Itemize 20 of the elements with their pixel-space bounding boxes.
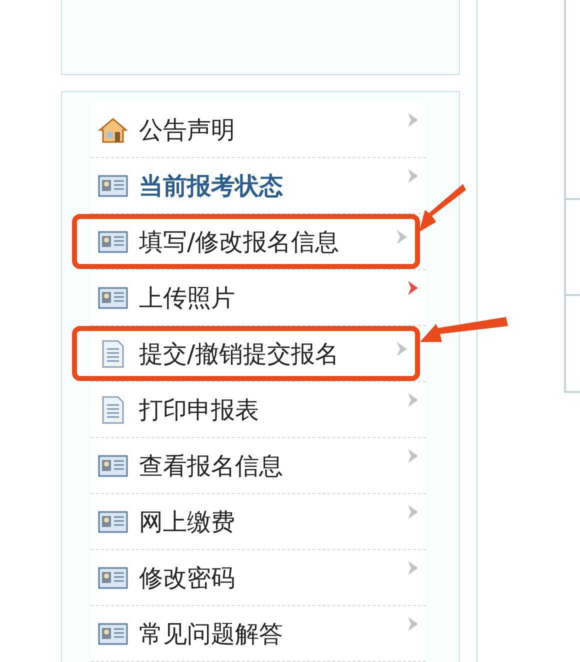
- menu-item[interactable]: 提交/撤销提交报名: [91, 331, 415, 376]
- menu-item[interactable]: 网上缴费: [91, 494, 426, 549]
- menu-item[interactable]: 上传照片: [91, 270, 426, 325]
- menu-item[interactable]: 常见问题解答: [91, 606, 426, 661]
- id-card-icon: [98, 174, 128, 196]
- id-card-icon: [98, 454, 128, 476]
- id-card-icon: [98, 286, 128, 308]
- menu-item[interactable]: 打印申报表: [91, 382, 426, 437]
- house-icon: [98, 116, 128, 142]
- document-icon: [101, 340, 125, 368]
- menu-item[interactable]: 填写/修改报名信息: [91, 219, 415, 264]
- id-card-icon: [98, 566, 128, 588]
- menu-item[interactable]: 修改密码: [91, 550, 426, 605]
- menu-item[interactable]: 当前报考状态: [91, 158, 426, 213]
- id-card-icon: [98, 510, 128, 532]
- menu-item[interactable]: 查看报名信息: [91, 438, 426, 493]
- menu-item[interactable]: 公告声明: [91, 102, 426, 157]
- id-card-icon: [98, 622, 128, 644]
- document-icon: [101, 396, 125, 424]
- id-card-icon: [98, 230, 128, 252]
